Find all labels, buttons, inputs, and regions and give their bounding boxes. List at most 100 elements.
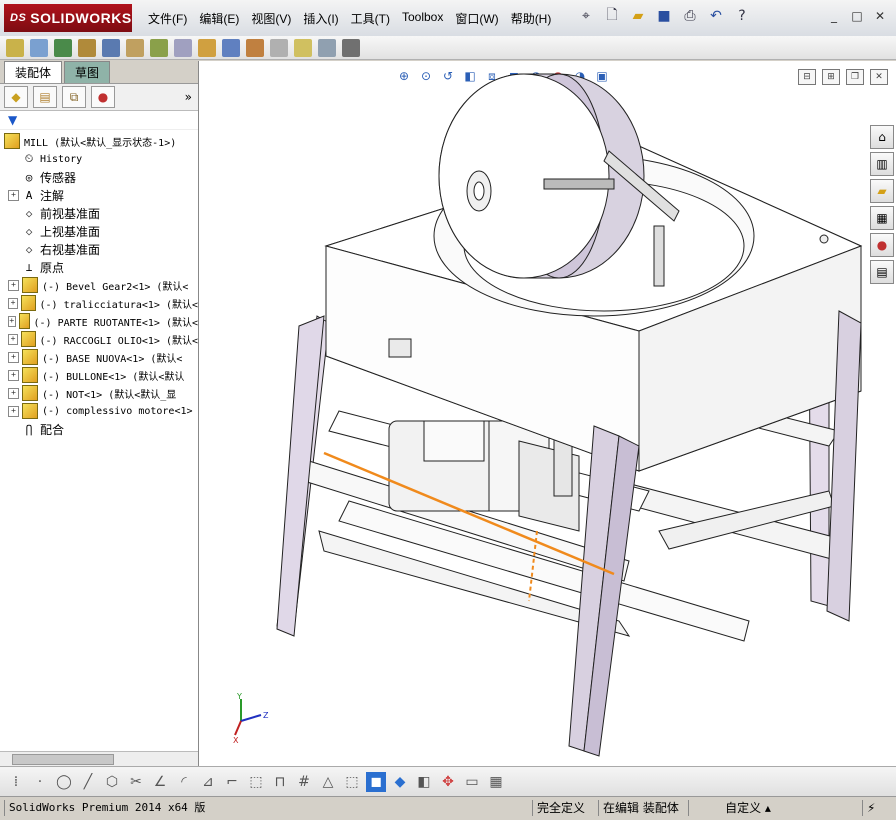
- move-component-icon[interactable]: [102, 38, 120, 57]
- clearance-verification-icon[interactable]: [318, 38, 336, 57]
- tree-item[interactable]: + A 注解: [0, 186, 198, 204]
- point-icon[interactable]: ·: [30, 772, 50, 792]
- tab-sketch[interactable]: 草图: [64, 61, 111, 83]
- menu-help[interactable]: 帮助(H): [511, 10, 552, 27]
- expand-toggle-icon[interactable]: +: [8, 297, 19, 309]
- menu-edit[interactable]: 编辑(E): [199, 10, 239, 27]
- table-icon[interactable]: ▦: [486, 772, 506, 792]
- design-library-icon[interactable]: ▥: [870, 152, 894, 176]
- shaded-cube-icon[interactable]: ◼: [366, 771, 386, 792]
- reference-geometry-icon[interactable]: [174, 38, 192, 57]
- tree-item[interactable]: + (-) NOT<1> (默认<默认_显: [0, 384, 198, 402]
- insert-component-icon[interactable]: [6, 38, 24, 57]
- tree-item[interactable]: + (-) BASE NUOVA<1> (默认<: [0, 348, 198, 366]
- print-icon[interactable]: ⎙: [680, 6, 700, 26]
- corner-icon[interactable]: ⌐: [222, 772, 242, 792]
- smart-fasteners-icon[interactable]: [78, 38, 96, 57]
- filter-icon[interactable]: ▼: [8, 113, 17, 127]
- menu-insert[interactable]: 插入(I): [303, 10, 338, 27]
- rebuild-icon[interactable]: ⚡: [862, 800, 875, 816]
- menu-view[interactable]: 视图(V): [251, 10, 291, 27]
- tree-item[interactable]: ⟂ 原点: [0, 258, 198, 276]
- tree-item[interactable]: + (-) Bevel Gear2<1> (默认<: [0, 276, 198, 294]
- display-manager-tab-icon[interactable]: ●: [91, 86, 115, 108]
- menu-file[interactable]: 文件(F): [148, 10, 187, 27]
- line-icon[interactable]: ╱: [78, 772, 98, 792]
- expand-panel-icon[interactable]: »: [185, 90, 192, 104]
- tab-assembly[interactable]: 装配体: [4, 61, 63, 83]
- maximize-icon[interactable]: □: [847, 8, 867, 24]
- appearances-icon[interactable]: ●: [870, 233, 894, 257]
- undo-icon[interactable]: ↶: [706, 6, 726, 26]
- fillet-icon[interactable]: ◜: [174, 772, 194, 792]
- tree-root[interactable]: MILL (默认<默认_显示状态-1>): [0, 132, 198, 150]
- bill-of-materials-icon[interactable]: [222, 38, 240, 57]
- view-palette-icon[interactable]: ▦: [870, 206, 894, 230]
- mate-icon[interactable]: [30, 38, 48, 57]
- instant3d-icon[interactable]: [342, 38, 360, 57]
- configuration-manager-tab-icon[interactable]: ⧉: [62, 86, 86, 108]
- section-icon[interactable]: ◧: [414, 772, 434, 792]
- linear-pattern-icon[interactable]: [54, 38, 72, 57]
- new-document-icon[interactable]: 🗋: [602, 6, 622, 26]
- tree-item[interactable]: ⏲ History: [0, 150, 198, 168]
- angle-icon[interactable]: ∠: [150, 772, 170, 792]
- polygon-icon[interactable]: ⬡: [102, 772, 122, 792]
- expand-toggle-icon[interactable]: +: [8, 279, 19, 291]
- menu-tools[interactable]: 工具(T): [351, 10, 390, 27]
- chamfer-icon[interactable]: ⊿: [198, 772, 218, 792]
- menu-toolbox[interactable]: Toolbox: [402, 10, 443, 27]
- mill-model[interactable]: [199, 61, 896, 766]
- solidworks-resources-icon[interactable]: ⌂: [870, 125, 894, 149]
- hide-show-icon[interactable]: [126, 38, 144, 57]
- exploded-view-icon[interactable]: [246, 38, 264, 57]
- feature-manager-tab-icon[interactable]: ◆: [4, 86, 28, 108]
- expand-toggle-icon[interactable]: +: [8, 369, 19, 381]
- expand-toggle-icon[interactable]: +: [8, 405, 19, 417]
- cone-icon[interactable]: △: [318, 772, 338, 792]
- explode-line-sketch-icon[interactable]: [270, 38, 288, 57]
- tree-item[interactable]: + (-) complessivo motore<1>: [0, 402, 198, 420]
- minimize-icon[interactable]: _: [824, 8, 844, 24]
- tree-horizontal-scrollbar[interactable]: [0, 751, 198, 766]
- solidworks-logo[interactable]: DS SOLIDWORKS: [4, 4, 132, 32]
- assembly-features-icon[interactable]: [150, 38, 168, 57]
- tree-item[interactable]: ◇ 右视基准面: [0, 240, 198, 258]
- tree-item[interactable]: ◇ 前视基准面: [0, 204, 198, 222]
- new-motion-study-icon[interactable]: [198, 38, 216, 57]
- scrollbar-thumb[interactable]: [12, 754, 114, 765]
- tree-item[interactable]: ◇ 上视基准面: [0, 222, 198, 240]
- expand-toggle-icon[interactable]: +: [8, 315, 16, 327]
- file-explorer-icon[interactable]: ▰: [870, 179, 894, 203]
- menu-window[interactable]: 窗口(W): [455, 10, 498, 27]
- trim-icon[interactable]: ✂: [126, 772, 146, 792]
- tree-item[interactable]: ⋂ 配合: [0, 420, 198, 438]
- grid-icon[interactable]: #: [294, 772, 314, 792]
- move-icon[interactable]: ✥: [438, 772, 458, 792]
- circle-icon[interactable]: ◯: [54, 772, 74, 792]
- units-selector[interactable]: 自定义 ▴: [688, 800, 803, 816]
- interference-detection-icon[interactable]: [294, 38, 312, 57]
- box-icon[interactable]: ⬚: [342, 772, 362, 792]
- expand-toggle-icon[interactable]: +: [8, 351, 19, 363]
- expand-toggle-icon[interactable]: +: [8, 189, 19, 201]
- tree-item[interactable]: + (-) RACCOGLI OLIO<1> (默认<: [0, 330, 198, 348]
- tree-item[interactable]: + (-) PARTE RUOTANTE<1> (默认<: [0, 312, 198, 330]
- tree-item[interactable]: ◎ 传感器: [0, 168, 198, 186]
- pin-icon[interactable]: ⌖: [576, 6, 596, 26]
- help-icon[interactable]: ?: [732, 6, 752, 26]
- expand-toggle-icon[interactable]: +: [8, 387, 19, 399]
- camera-icon[interactable]: ▭: [462, 772, 482, 792]
- rectangle-icon[interactable]: ⬚: [246, 772, 266, 792]
- save-icon[interactable]: ■: [654, 6, 674, 26]
- open-folder-icon[interactable]: ▰: [628, 6, 648, 26]
- expand-toggle-icon[interactable]: +: [8, 333, 19, 345]
- dimension-icon[interactable]: ⊓: [270, 772, 290, 792]
- graphics-area[interactable]: ⊕ ⊙ ↺ ◧ ⧈ ◼ ◔ ● ◕ ▣ ⊟ ⊞ ❐ ✕: [199, 61, 896, 766]
- display-cube-icon[interactable]: ◆: [390, 772, 410, 792]
- property-manager-tab-icon[interactable]: ▤: [33, 86, 57, 108]
- close-icon[interactable]: ✕: [870, 8, 890, 24]
- custom-properties-icon[interactable]: ▤: [870, 260, 894, 284]
- tree-item[interactable]: + (-) tralicciatura<1> (默认<: [0, 294, 198, 312]
- tree-item[interactable]: + (-) BULLONE<1> (默认<默认: [0, 366, 198, 384]
